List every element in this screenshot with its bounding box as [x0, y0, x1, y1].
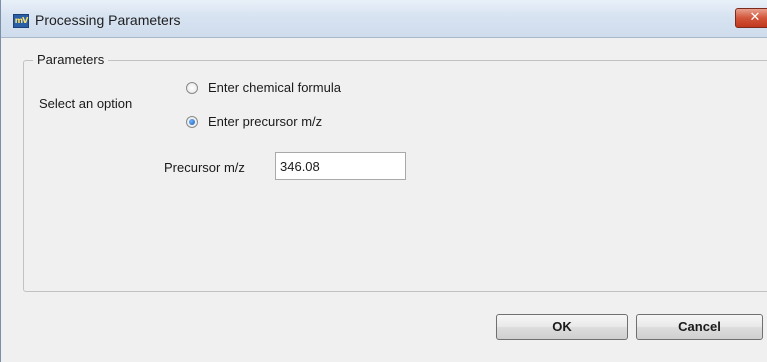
radio-precursor-mz-label[interactable]: Enter precursor m/z — [208, 114, 322, 129]
window-title: Processing Parameters — [35, 12, 181, 28]
radio-chemical-formula-circle[interactable] — [186, 82, 198, 94]
close-icon: ✕ — [749, 10, 761, 25]
precursor-mz-label: Precursor m/z — [164, 160, 245, 175]
precursor-mz-input[interactable] — [275, 152, 406, 180]
radio-chemical-formula-label[interactable]: Enter chemical formula — [208, 80, 341, 95]
ok-button[interactable]: OK — [496, 314, 628, 340]
select-option-label: Select an option — [39, 96, 133, 111]
cancel-button[interactable]: Cancel — [636, 314, 763, 340]
close-button[interactable]: ✕ — [735, 8, 767, 28]
app-icon: mV — [13, 14, 29, 28]
parameters-legend: Parameters — [33, 52, 109, 67]
title-bar[interactable]: mV Processing Parameters ✕ — [1, 0, 767, 38]
dialog-window: mV Processing Parameters ✕ Parameters Se… — [0, 0, 767, 362]
radio-precursor-mz-circle[interactable] — [186, 116, 198, 128]
